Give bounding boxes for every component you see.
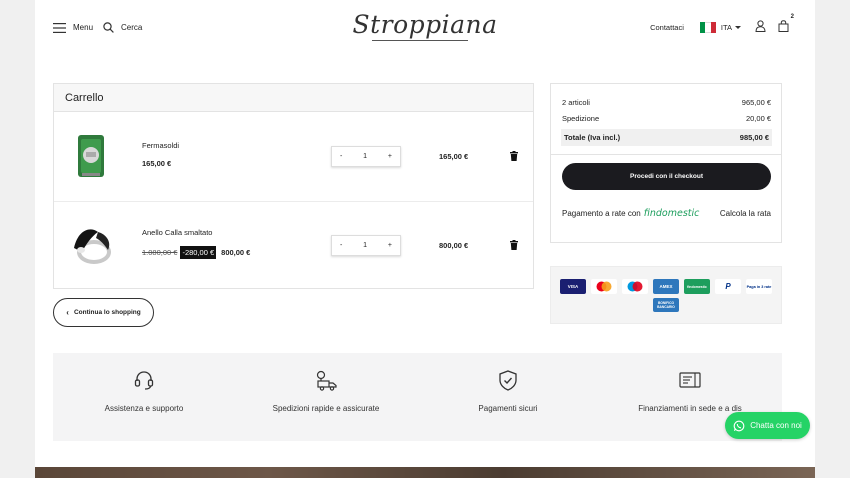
paypal-icon: P — [715, 279, 741, 294]
shipping-label: Spedizione — [562, 114, 600, 123]
bank-transfer-icon: BONIFICO BANCARIO — [653, 298, 679, 312]
contact-link[interactable]: Contattaci — [650, 23, 684, 32]
shipping-value: 20,00 € — [745, 114, 771, 123]
account-button[interactable] — [755, 20, 766, 34]
chevron-left-icon: ‹ — [66, 308, 69, 317]
feature-secure-payments: Pagamenti sicuri — [417, 369, 599, 413]
features-bar: Assistenza e supporto Spedizioni rapide … — [53, 353, 782, 441]
articles-value: 965,00 € — [741, 98, 771, 107]
installments-label: Pagamento a rate con — [562, 209, 641, 218]
language-label: ITA — [720, 22, 732, 32]
cart-count-badge: 2 — [790, 14, 794, 20]
cart-button[interactable]: 2 — [778, 14, 794, 34]
trash-icon[interactable] — [510, 151, 518, 161]
shield-check-icon — [499, 370, 517, 391]
feature-label: Spedizioni rapide e assicurate — [272, 404, 380, 413]
headset-icon — [134, 371, 154, 390]
logo-underline — [372, 40, 468, 41]
caret-down-icon — [735, 25, 741, 29]
product-image-ring[interactable] — [68, 220, 116, 270]
product-price: 1.080,00 € -280,00 € 800,00 € — [142, 246, 250, 259]
old-price: 1.080,00 € — [142, 248, 178, 257]
summary-shipping: Spedizione 20,00 € — [562, 114, 771, 123]
feature-shipping: Spedizioni rapide e assicurate — [235, 369, 417, 413]
product-name[interactable]: Fermasoldi — [142, 141, 179, 150]
continue-shopping-button[interactable]: ‹ Continua lo shopping — [53, 298, 154, 327]
cart-panel: Carrello Fermasoldi 165,00 € - 1 + 165,0… — [53, 83, 534, 289]
qty-decrease-button[interactable]: - — [340, 153, 342, 160]
line-total: 800,00 € — [439, 241, 469, 250]
maestro-icon — [622, 279, 648, 294]
footer-image-strip — [35, 467, 815, 478]
line-total: 165,00 € — [439, 152, 469, 161]
installments-row: Pagamento a rate con findomestic Calcola … — [562, 208, 771, 219]
total-value: 985,00 € — [739, 133, 769, 142]
total-label: Totale (Iva incl.) — [564, 133, 621, 142]
chat-label: Chatta con noi — [750, 421, 802, 430]
installments-text: Pagamento a rate con findomestic — [562, 208, 699, 219]
cart-item: Fermasoldi 165,00 € - 1 + 165,00 € — [54, 113, 533, 199]
findomestic-card-icon: findomestic — [684, 279, 710, 294]
payment-cards-row: VISA AMEX findomestic P Paga in 3 rate — [551, 279, 781, 294]
payment-methods: VISA AMEX findomestic P Paga in 3 rate B… — [550, 266, 782, 324]
financing-icon — [679, 372, 701, 388]
quantity-stepper[interactable]: - 1 + — [331, 146, 401, 167]
qty-decrease-button[interactable]: - — [340, 242, 342, 249]
feature-support: Assistenza e supporto — [53, 369, 235, 413]
page: Menu Cerca Stroppiana Contattaci ITA 2 C… — [35, 0, 815, 478]
delivery-truck-icon — [316, 370, 337, 391]
payment-bank-row: BONIFICO BANCARIO — [551, 298, 781, 312]
qty-value[interactable]: 1 — [363, 242, 367, 249]
amex-card-icon: AMEX — [653, 279, 679, 294]
feature-financing: Finanziamenti in sede e a dis — [599, 369, 781, 413]
whatsapp-icon — [733, 420, 745, 431]
cart-item: Anello Calla smaltato 1.080,00 € -280,00… — [54, 201, 533, 287]
continue-label: Continua lo shopping — [73, 309, 141, 316]
product-image-money-clip[interactable] — [68, 131, 116, 181]
price-value: 165,00 € — [142, 159, 172, 168]
shopping-bag-icon — [778, 20, 789, 32]
articles-label: 2 articoli — [562, 98, 590, 107]
calculate-installment-link[interactable]: Calcola la rata — [720, 209, 771, 218]
discount-badge: -280,00 € — [180, 246, 217, 259]
checkout-button[interactable]: Procedi con il checkout — [562, 163, 771, 190]
qty-increase-button[interactable]: + — [388, 242, 392, 249]
chat-button[interactable]: Chatta con noi — [725, 412, 810, 439]
visa-card-icon: VISA — [560, 279, 586, 294]
order-summary: 2 articoli 965,00 € Spedizione 20,00 € T… — [550, 83, 782, 243]
header-right: Contattaci ITA 2 — [650, 14, 794, 34]
price-value: 800,00 € — [221, 248, 251, 257]
quantity-stepper[interactable]: - 1 + — [331, 235, 401, 256]
summary-divider — [551, 154, 781, 155]
product-price: 165,00 € — [142, 159, 171, 168]
qty-value[interactable]: 1 — [363, 153, 367, 160]
summary-articles: 2 articoli 965,00 € — [562, 98, 771, 107]
cart-title: Carrello — [54, 84, 533, 112]
mastercard-icon — [591, 279, 617, 294]
product-name[interactable]: Anello Calla smaltato — [142, 228, 212, 237]
feature-label: Pagamenti sicuri — [478, 404, 538, 413]
paypal-installments-icon: Paga in 3 rate — [746, 279, 772, 294]
trash-icon[interactable] — [510, 240, 518, 250]
feature-label: Assistenza e supporto — [104, 404, 184, 413]
header: Menu Cerca Stroppiana Contattaci ITA 2 — [35, 0, 815, 60]
qty-increase-button[interactable]: + — [388, 153, 392, 160]
user-icon — [755, 20, 766, 32]
italy-flag-icon — [699, 21, 716, 33]
language-selector[interactable]: ITA — [699, 21, 741, 33]
summary-total: Totale (Iva incl.) 985,00 € — [561, 129, 772, 146]
findomestic-logo: findomestic — [643, 208, 700, 219]
